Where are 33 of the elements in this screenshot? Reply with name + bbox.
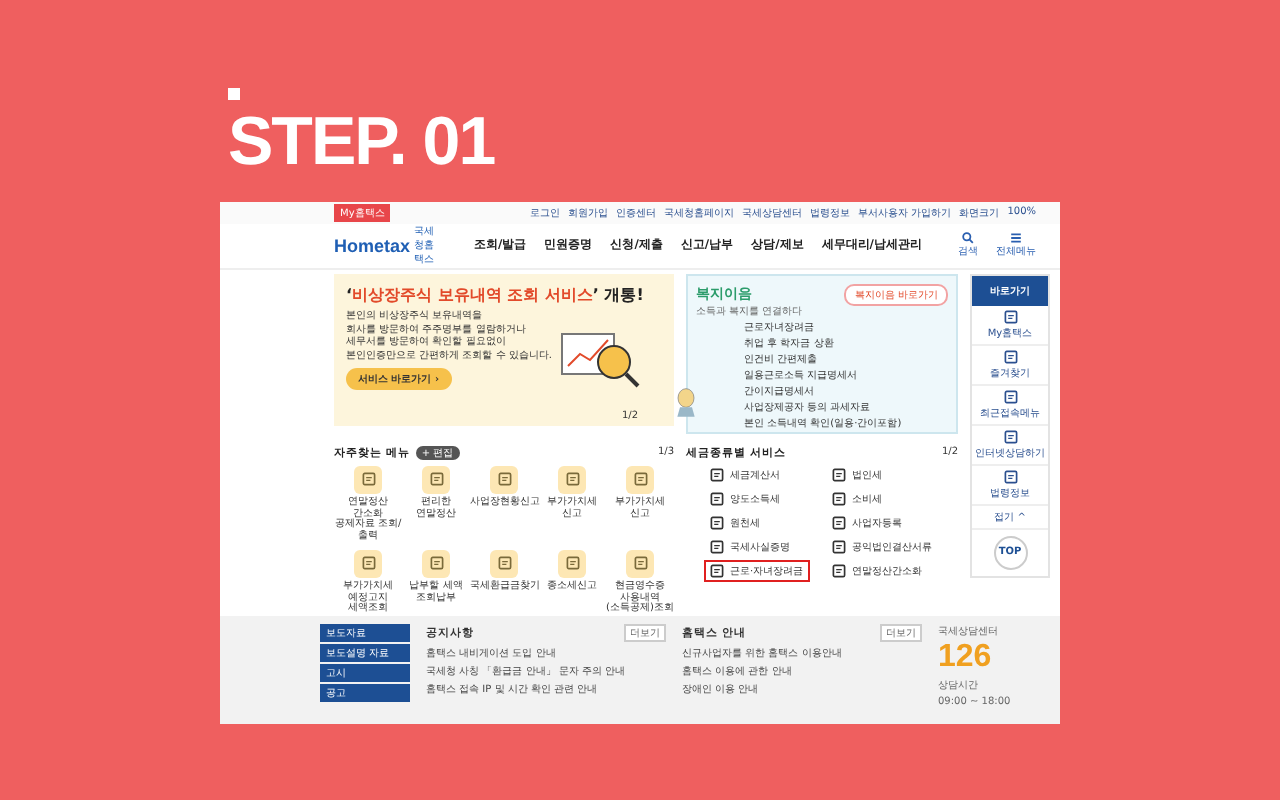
document-icon: [710, 563, 724, 578]
document-icon: [497, 556, 511, 571]
document-icon: [361, 556, 375, 571]
step-marker: [228, 88, 240, 100]
document-icon: [710, 491, 724, 506]
document-icon: [832, 539, 846, 554]
step-label: STEP. 01: [228, 108, 495, 176]
item-icon: [1003, 309, 1017, 324]
document-icon: [832, 515, 846, 530]
document-icon: [633, 472, 647, 487]
document-icon: [565, 556, 579, 571]
menu-icon: [1010, 232, 1022, 245]
logo[interactable]: Hometax: [334, 235, 411, 256]
document-icon: [710, 539, 724, 554]
document-icon: [429, 472, 443, 487]
document-icon: [361, 472, 375, 487]
document-icon: [710, 515, 724, 530]
document-icon: [832, 467, 846, 482]
item-icon: [1003, 429, 1017, 444]
document-icon: [633, 556, 647, 571]
search-icon: [962, 232, 974, 245]
call-center-number: 126: [938, 642, 994, 675]
document-icon: [497, 472, 511, 487]
item-icon: [1003, 389, 1017, 404]
mascot-drawing: [676, 385, 696, 418]
item-icon: [1003, 349, 1017, 364]
document-icon: [832, 563, 846, 578]
document-icon: [710, 467, 724, 482]
banner-title: ‘비상장주식 보유내역 조회 서비스’ 개통!: [346, 283, 646, 306]
document-icon: [565, 472, 579, 487]
document-icon: [832, 491, 846, 506]
item-icon: [1003, 469, 1017, 484]
document-icon: [429, 556, 443, 571]
